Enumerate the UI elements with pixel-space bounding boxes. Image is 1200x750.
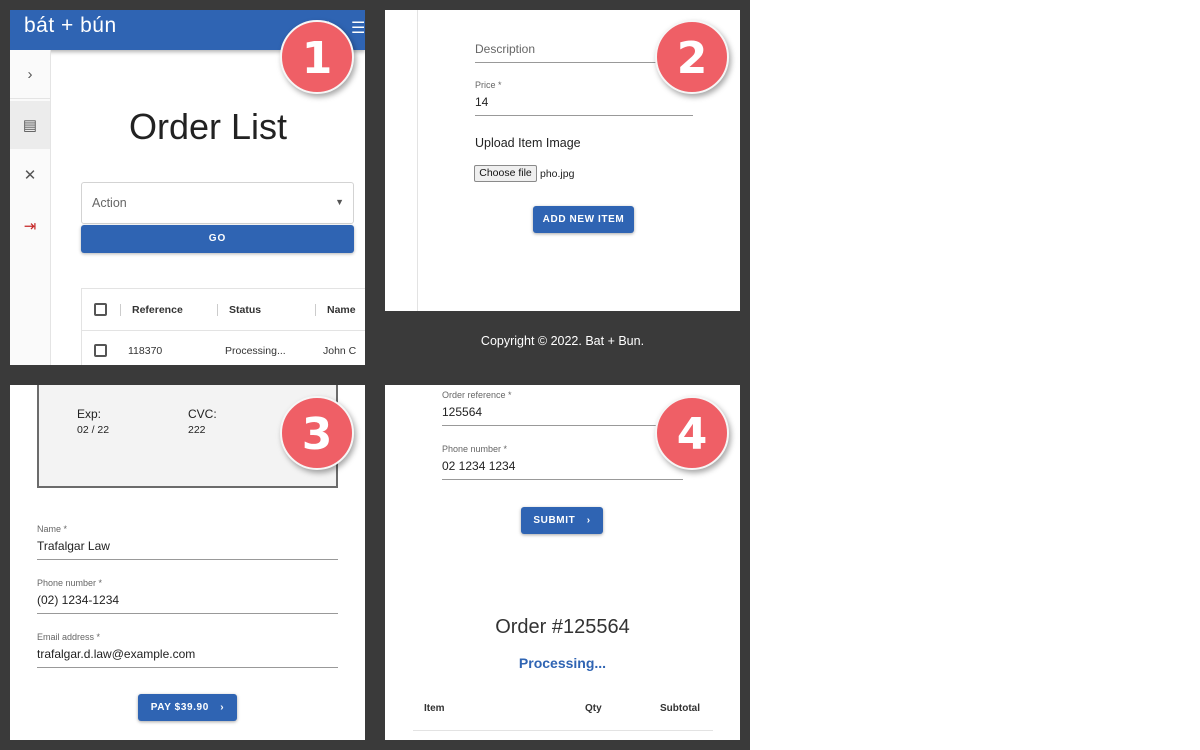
- exp-value: 02 / 22: [77, 424, 110, 436]
- row-status: Processing...: [225, 345, 286, 357]
- submit-button[interactable]: SUBMIT ›: [521, 507, 603, 534]
- items-header-subtotal: Subtotal: [660, 703, 700, 714]
- sidebar-item-logout[interactable]: ⇥: [10, 202, 50, 250]
- chevron-right-icon: ›: [220, 702, 225, 713]
- email-label: Email address *: [37, 632, 101, 642]
- step-badge-2: 2: [655, 20, 729, 94]
- email-value: trafalgar.d.law@example.com: [37, 647, 196, 661]
- column-separator: [315, 304, 316, 316]
- phone-value: 02 1234 1234: [442, 459, 516, 473]
- phone-label: Phone number *: [37, 578, 103, 588]
- logo[interactable]: bát + bún: [24, 14, 117, 38]
- sidebar-item-menu[interactable]: ✕: [10, 151, 50, 199]
- column-header-status[interactable]: Status: [229, 304, 261, 316]
- field-underline: [37, 559, 338, 560]
- upload-title: Upload Item Image: [475, 136, 581, 150]
- pay-button[interactable]: PAY $39.90 ›: [138, 694, 237, 721]
- action-select-label: Action: [92, 196, 127, 210]
- phone-value: (02) 1234-1234: [37, 593, 120, 607]
- cvc-label: CVC:: [188, 407, 217, 421]
- items-divider: [413, 730, 713, 731]
- cvc-value: 222: [188, 424, 206, 436]
- field-underline: [37, 667, 338, 668]
- order-reference-label: Order reference *: [442, 390, 512, 400]
- order-reference-field[interactable]: Order reference * 125564: [442, 390, 683, 426]
- chevron-right-icon: ›: [586, 515, 591, 526]
- logout-icon: ⇥: [23, 218, 37, 235]
- sidebar-item-orders[interactable]: ▤: [10, 101, 50, 149]
- file-name: pho.jpg: [540, 168, 575, 180]
- exp-label: Exp:: [77, 407, 102, 421]
- action-select[interactable]: Action ▼: [81, 182, 354, 224]
- name-value: Trafalgar Law: [37, 539, 110, 553]
- sidebar: › ▤ ✕ ⇥: [10, 50, 51, 365]
- menu-icon[interactable]: ☰: [351, 18, 365, 38]
- name-field[interactable]: Name * Trafalgar Law: [37, 524, 338, 560]
- price-field[interactable]: Price * 14: [475, 80, 693, 116]
- step-badge-4: 4: [655, 396, 729, 470]
- column-header-reference[interactable]: Reference: [132, 304, 183, 316]
- name-label: Name *: [37, 524, 68, 534]
- divider: [10, 98, 50, 99]
- email-field[interactable]: Email address * trafalgar.d.law@example.…: [37, 632, 338, 668]
- pay-button-label: PAY $39.90: [150, 702, 209, 713]
- price-value: 14: [475, 95, 489, 109]
- go-button[interactable]: GO: [81, 225, 354, 253]
- choose-file-button[interactable]: Choose file: [474, 165, 537, 182]
- divider: [417, 10, 418, 311]
- row-reference: 118370: [128, 345, 163, 357]
- price-label: Price *: [475, 80, 502, 90]
- items-header-item: Item: [424, 703, 445, 714]
- orders-icon: ▤: [22, 117, 38, 134]
- phone-field[interactable]: Phone number * 02 1234 1234: [442, 444, 683, 480]
- page-title: Order List: [128, 106, 288, 147]
- order-reference-value: 125564: [442, 405, 483, 419]
- add-new-item-button[interactable]: ADD NEW ITEM: [533, 206, 634, 233]
- phone-field[interactable]: Phone number * (02) 1234-1234: [37, 578, 338, 614]
- chevron-right-icon: ›: [27, 65, 33, 83]
- column-header-name[interactable]: Name: [327, 304, 356, 316]
- step-badge-1: 1: [280, 20, 354, 94]
- column-separator: [120, 304, 121, 316]
- field-underline: [475, 115, 693, 116]
- order-status: Processing...: [518, 655, 607, 671]
- field-underline: [442, 479, 683, 480]
- orders-table: Reference Status Name 118370 Processing.…: [81, 288, 365, 365]
- utensils-icon: ✕: [23, 167, 37, 184]
- field-underline: [37, 613, 338, 614]
- table-header: Reference Status Name: [82, 289, 365, 331]
- row-name: John C: [323, 345, 357, 357]
- column-separator: [217, 304, 218, 316]
- select-all-checkbox[interactable]: [94, 303, 107, 316]
- expand-sidebar-button[interactable]: ›: [10, 50, 50, 98]
- order-heading: Order #125564: [495, 616, 630, 638]
- field-underline: [442, 425, 683, 426]
- step-badge-3: 3: [280, 396, 354, 470]
- table-row[interactable]: 118370 Processing... John C: [82, 331, 365, 365]
- phone-label: Phone number *: [442, 444, 508, 454]
- row-checkbox[interactable]: [94, 344, 107, 357]
- submit-button-label: SUBMIT: [533, 515, 576, 526]
- copyright: Copyright © 2022. Bat + Bun.: [480, 334, 645, 348]
- items-header-qty: Qty: [585, 703, 602, 714]
- dropdown-arrow-icon: ▼: [335, 197, 344, 207]
